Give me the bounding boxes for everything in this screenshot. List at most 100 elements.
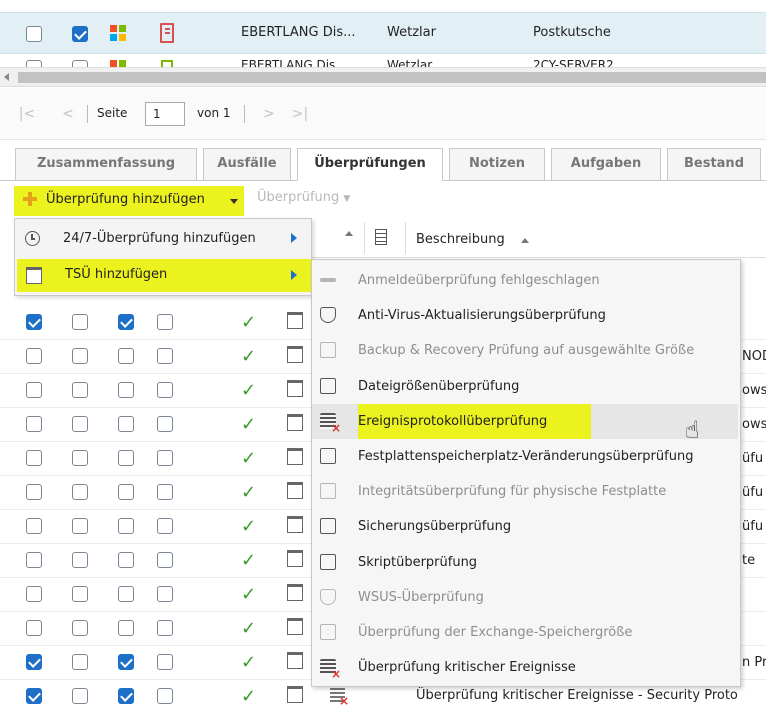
tab-tasks[interactable]: Aufgaben	[551, 148, 661, 180]
row-checkbox[interactable]	[72, 688, 88, 704]
submenu-item-label: Integritätsüberprüfung für physische Fes…	[358, 484, 667, 500]
row-description: üfu	[742, 519, 764, 534]
submenu-item[interactable]: × Überprüfung kritischer Ereignisse	[312, 650, 738, 685]
submenu-item[interactable]: Skriptüberprüfung	[312, 545, 738, 580]
tab-outages[interactable]: Ausfälle	[203, 148, 291, 180]
row-checkbox[interactable]	[118, 348, 134, 364]
row-checkbox[interactable]	[118, 450, 134, 466]
row-checkbox[interactable]	[72, 518, 88, 534]
row-checkbox[interactable]	[72, 484, 88, 500]
row-checkbox[interactable]	[157, 586, 173, 602]
row-checkbox[interactable]	[118, 382, 134, 398]
row-checkbox[interactable]	[118, 688, 134, 704]
sort-up-icon[interactable]	[345, 231, 353, 236]
row-checkbox[interactable]	[157, 348, 173, 364]
last-page-icon[interactable]: >|	[290, 103, 310, 125]
row-checkbox[interactable]	[72, 450, 88, 466]
row-checkbox[interactable]	[118, 654, 134, 670]
submenu-item[interactable]: Sicherungsüberprüfung	[312, 509, 738, 544]
row-checkbox[interactable]	[72, 416, 88, 432]
scroll-left-icon[interactable]	[4, 73, 9, 81]
menu-item-247-check[interactable]: 24/7-Überprüfung hinzufügen	[15, 223, 311, 256]
next-page-icon[interactable]: >	[259, 103, 279, 125]
windows-icon	[110, 60, 126, 67]
row-checkbox[interactable]	[157, 450, 173, 466]
row-checkbox[interactable]	[26, 314, 42, 330]
row-checkbox[interactable]	[26, 688, 42, 704]
row-checkbox[interactable]	[118, 484, 134, 500]
submenu-item[interactable]: Dateigrößenüberprüfung	[312, 369, 738, 404]
menu-item-add-dsc[interactable]: TSÜ hinzufügen	[17, 259, 311, 292]
check-button-label: Überprüfung	[257, 190, 340, 205]
row-checkbox[interactable]	[26, 484, 42, 500]
row-checkbox[interactable]	[157, 416, 173, 432]
row-checkbox[interactable]	[118, 586, 134, 602]
check-passed-icon: ✓	[241, 618, 257, 639]
menu-item-label: 24/7-Überprüfung hinzufügen	[63, 231, 256, 246]
row-checkbox[interactable]	[72, 654, 88, 670]
row-checkbox[interactable]	[26, 586, 42, 602]
calendar-icon	[287, 516, 303, 533]
submenu-item[interactable]: × Ereignisprotokollüberprüfung	[312, 403, 738, 439]
device-row[interactable]: EBERTLANG Dis... Wetzlar Postkutsche	[0, 12, 766, 54]
scrollbar-thumb[interactable]	[18, 72, 766, 83]
row-checkbox[interactable]	[26, 654, 42, 670]
submenu-item[interactable]: WSUS-Überprüfung	[312, 580, 738, 615]
tab-inventory[interactable]: Bestand	[667, 148, 761, 180]
submenu-item-label: Ereignisprotokollüberprüfung	[358, 403, 592, 439]
row-checkbox[interactable]	[157, 552, 173, 568]
row-checkbox[interactable]	[26, 382, 42, 398]
description-column-header[interactable]: Beschreibung	[416, 232, 505, 247]
row-checkbox[interactable]	[72, 348, 88, 364]
grid-header: Beschreibung	[312, 218, 766, 258]
row-checkbox[interactable]	[72, 552, 88, 568]
submenu-item[interactable]: Überprüfung der Exchange-Speichergröße	[312, 615, 738, 650]
submenu-item[interactable]: Anti-Virus-Aktualisierungsüberprüfung	[312, 298, 738, 333]
row-checkbox[interactable]	[157, 620, 173, 636]
submenu-item[interactable]: Festplattenspeicherplatz-Veränderungsübe…	[312, 439, 738, 474]
row-checkbox[interactable]	[157, 654, 173, 670]
submenu-item[interactable]: Backup & Recovery Prüfung auf ausgewählt…	[312, 333, 738, 368]
row-checkbox[interactable]	[26, 60, 42, 67]
row-checkbox[interactable]	[157, 518, 173, 534]
row-checkbox[interactable]	[26, 552, 42, 568]
row-checkbox[interactable]	[157, 314, 173, 330]
row-checkbox[interactable]	[26, 518, 42, 534]
check-passed-icon: ✓	[241, 686, 257, 707]
submenu-item[interactable]: Anmeldeüberprüfung fehlgeschlagen	[312, 263, 738, 298]
device-row[interactable]: EBERTLANG Dis... Wetzlar 2CY-SERVER2	[0, 55, 766, 67]
page-input[interactable]: 1	[145, 102, 185, 126]
tab-checks[interactable]: Überprüfungen	[297, 148, 443, 181]
submenu-item[interactable]: Integritätsüberprüfung für physische Fes…	[312, 474, 738, 509]
row-checkbox[interactable]	[118, 620, 134, 636]
row-checkbox[interactable]	[118, 518, 134, 534]
check-button[interactable]: Überprüfung ▼	[257, 190, 350, 212]
row-description: üfu	[742, 451, 764, 466]
prev-page-icon[interactable]: <	[58, 103, 78, 125]
row-checkbox[interactable]	[26, 348, 42, 364]
row-checkbox[interactable]	[72, 26, 88, 42]
row-checkbox[interactable]	[118, 416, 134, 432]
tab-notes[interactable]: Notizen	[449, 148, 545, 180]
tab-summary[interactable]: Zusammenfassung	[15, 148, 197, 180]
add-check-button[interactable]: Überprüfung hinzufügen	[14, 186, 244, 216]
first-page-icon[interactable]: |<	[17, 103, 37, 125]
horizontal-scrollbar[interactable]	[0, 67, 766, 87]
row-checkbox[interactable]	[157, 484, 173, 500]
row-checkbox[interactable]	[26, 450, 42, 466]
row-checkbox[interactable]	[157, 688, 173, 704]
backup-icon	[320, 518, 336, 535]
check-passed-icon: ✓	[241, 346, 257, 367]
row-checkbox[interactable]	[72, 314, 88, 330]
row-checkbox[interactable]	[72, 382, 88, 398]
submenu-item-label: Backup & Recovery Prüfung auf ausgewählt…	[358, 343, 695, 359]
row-checkbox[interactable]	[26, 26, 42, 42]
row-checkbox[interactable]	[72, 60, 88, 67]
row-checkbox[interactable]	[26, 620, 42, 636]
row-checkbox[interactable]	[72, 586, 88, 602]
row-checkbox[interactable]	[118, 552, 134, 568]
row-checkbox[interactable]	[157, 382, 173, 398]
row-checkbox[interactable]	[118, 314, 134, 330]
row-checkbox[interactable]	[72, 620, 88, 636]
row-checkbox[interactable]	[26, 416, 42, 432]
